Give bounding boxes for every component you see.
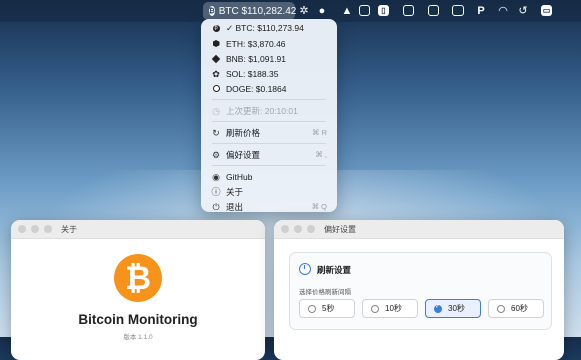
window-controls: [281, 225, 315, 233]
photos-icon[interactable]: [403, 5, 414, 16]
status-dropdown-menu: ₿ ✓ BTC: $110,273.94 ETH: $3,870.46 BNB:…: [201, 19, 337, 212]
preferences-shortcut: ⌘ ,: [315, 150, 327, 159]
close-button[interactable]: [281, 225, 289, 233]
menu-item-refresh[interactable]: ↻ 刷新价格 ⌘ R: [205, 125, 333, 140]
interval-option-label: 60秒: [511, 304, 528, 313]
card-icon[interactable]: [452, 5, 464, 16]
preferences-titlebar[interactable]: 偏好设置: [274, 220, 564, 239]
bitcoin-icon: ₿: [212, 25, 220, 32]
preferences-window-title: 偏好设置: [324, 225, 356, 234]
about-label: 关于: [226, 186, 244, 197]
refresh-interval-subtitle: 选择价格刷新间隔: [299, 289, 351, 296]
refresh-settings-card: 刷新设置 选择价格刷新间隔 5秒 10秒 30秒 60秒: [289, 252, 552, 330]
gear-icon[interactable]: ✲: [298, 5, 310, 17]
menu-item-preferences[interactable]: ⚙ 偏好设置 ⌘ ,: [205, 147, 333, 162]
about-window-title: 关于: [61, 225, 77, 234]
solana-icon: ✿: [212, 68, 220, 79]
sidebar-icon[interactable]: [359, 5, 370, 16]
btc-status-label: BTC $110,282.42: [218, 5, 297, 17]
display-icon[interactable]: ▭: [541, 5, 552, 16]
ethereum-icon: [212, 40, 220, 47]
refresh-shortcut: ⌘ R: [312, 128, 327, 137]
interval-option-label: 10秒: [385, 304, 402, 313]
interval-option-10s[interactable]: 10秒: [362, 299, 418, 318]
preferences-window: 偏好设置 刷新设置 选择价格刷新间隔 5秒 10秒 30秒 60秒: [274, 220, 564, 360]
power-icon: ⏻: [212, 201, 220, 212]
menu-item-bnb[interactable]: BNB: $1,091.91: [205, 51, 333, 66]
github-label: GitHub: [226, 171, 253, 182]
menu-item-doge-label: DOGE: $0.1864: [226, 83, 287, 94]
menu-item-doge[interactable]: DOGE: $0.1864: [205, 81, 333, 96]
app-icon[interactable]: [428, 5, 439, 16]
menu-separator: [212, 143, 326, 144]
menu-separator: [212, 121, 326, 122]
window-controls: [18, 225, 52, 233]
menu-item-sol[interactable]: ✿ SOL: $188.35: [205, 66, 333, 81]
interval-option-5s[interactable]: 5秒: [299, 299, 355, 318]
quit-label: 退出: [226, 201, 244, 212]
qq-icon[interactable]: ▲: [341, 5, 353, 17]
radio-checked-icon: [434, 303, 442, 313]
menu-item-eth[interactable]: ETH: $3,870.46: [205, 36, 333, 51]
menu-separator: [212, 99, 326, 100]
clock-icon: [299, 263, 311, 275]
menu-separator: [212, 165, 326, 166]
about-titlebar[interactable]: 关于: [11, 220, 265, 239]
preferences-label: 偏好设置: [226, 149, 261, 160]
menu-item-eth-label: ETH: $3,870.46: [226, 38, 286, 49]
app-name: Bitcoin Monitoring: [78, 312, 198, 327]
menu-item-bnb-label: BNB: $1,091.91: [226, 53, 287, 64]
wifi-icon[interactable]: ◠: [497, 5, 509, 17]
interval-options: 5秒 10秒 30秒 60秒: [299, 299, 544, 318]
quit-shortcut: ⌘ Q: [311, 202, 327, 211]
interval-option-30s[interactable]: 30秒: [425, 299, 481, 318]
radio-icon: [371, 304, 379, 313]
interval-option-60s[interactable]: 60秒: [488, 299, 544, 318]
zoom-button[interactable]: [44, 225, 52, 233]
menu-item-quit[interactable]: ⏻ 退出 ⌘ Q: [205, 199, 333, 214]
interval-option-label: 30秒: [448, 304, 465, 313]
bitcoin-icon: ₿: [209, 6, 215, 16]
info-icon: ⓘ: [211, 186, 221, 197]
gear-icon: ⚙: [211, 149, 221, 160]
minimize-button[interactable]: [31, 225, 39, 233]
menu-item-about[interactable]: ⓘ 关于: [205, 184, 333, 199]
interval-option-label: 5秒: [322, 304, 335, 313]
wechat-icon[interactable]: ●: [316, 5, 328, 17]
zoom-button[interactable]: [307, 225, 315, 233]
history-icon[interactable]: ↺: [517, 5, 529, 17]
close-button[interactable]: [18, 225, 26, 233]
refresh-label: 刷新价格: [226, 127, 261, 138]
clock-icon: ◷: [212, 105, 220, 116]
p-icon[interactable]: P: [475, 5, 487, 17]
bnb-icon: [211, 54, 221, 63]
app-version: 版本 1.1.0: [123, 334, 153, 341]
github-icon: ◉: [212, 171, 220, 182]
bitcoin-logo-icon: ₿: [114, 254, 162, 302]
dogecoin-icon: [212, 85, 220, 92]
last-update-label: 上次更新: 20:10:01: [226, 105, 298, 116]
menu-item-sol-label: SOL: $188.35: [226, 68, 279, 79]
menu-item-btc[interactable]: ₿ ✓ BTC: $110,273.94: [205, 21, 333, 36]
minimize-button[interactable]: [294, 225, 302, 233]
menu-item-btc-label: ✓ BTC: $110,273.94: [226, 23, 304, 33]
refresh-settings-title: 刷新设置: [317, 265, 352, 275]
radio-icon: [308, 304, 316, 313]
menu-item-github[interactable]: ◉ GitHub: [205, 169, 333, 184]
menu-item-last-update: ◷ 上次更新: 20:10:01: [205, 103, 333, 118]
clipboard-icon[interactable]: ▯: [378, 5, 389, 16]
radio-icon: [497, 304, 505, 313]
btc-status-item[interactable]: ₿ BTC $110,282.42: [203, 2, 297, 20]
refresh-icon: ↻: [212, 127, 220, 138]
about-window: 关于 ₿ Bitcoin Monitoring 版本 1.1.0: [11, 220, 265, 360]
